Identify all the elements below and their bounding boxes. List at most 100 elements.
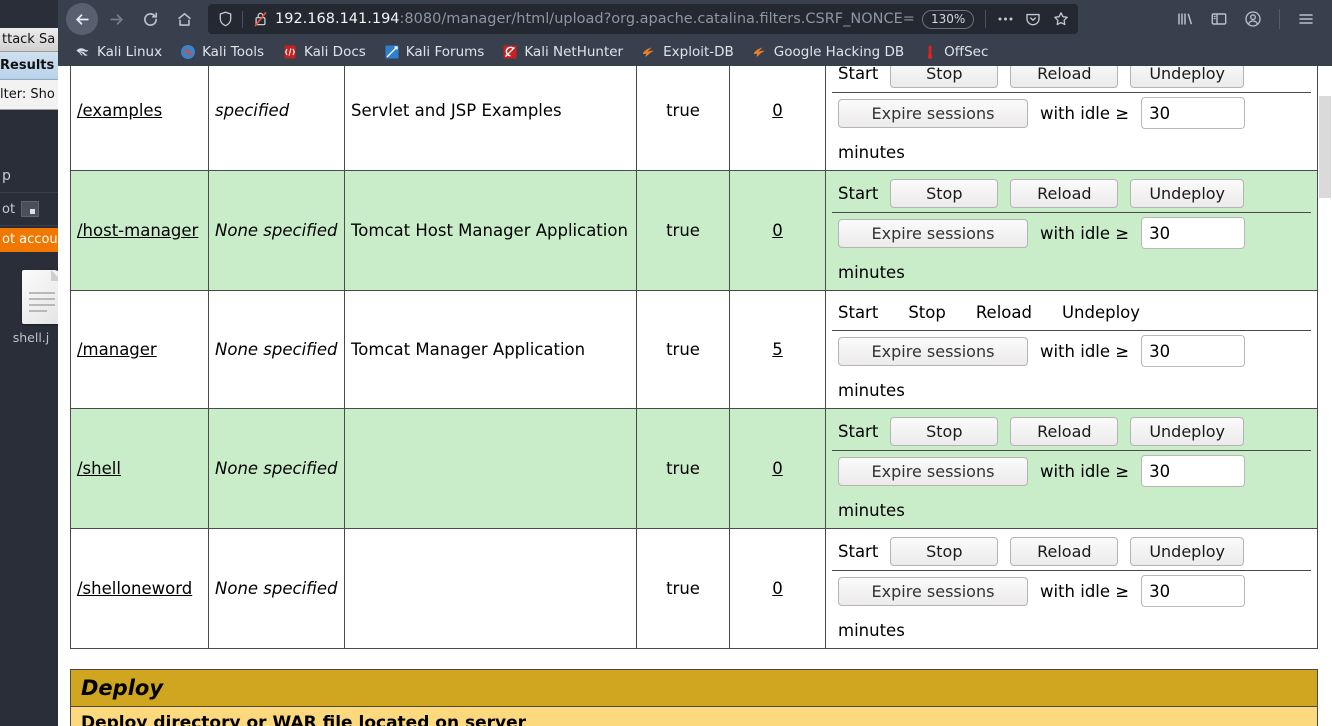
expire-sessions-button[interactable]: Expire sessions	[838, 98, 1028, 128]
reload-button[interactable]: Reload	[1010, 179, 1119, 208]
burp-row-label: ot	[2, 201, 16, 217]
undeploy-button[interactable]: Undeploy	[1130, 66, 1245, 88]
stop-button[interactable]: Stop	[890, 179, 999, 208]
deploy-section-title: Deploy	[71, 670, 1317, 707]
expire-sessions-row: Expire sessions with idle ≥ minutes	[832, 570, 1311, 644]
page-scrollbar-thumb[interactable]	[1319, 96, 1331, 198]
table-row: /host-manager None specified Tomcat Host M…	[70, 170, 1318, 291]
forward-button[interactable]	[100, 3, 132, 35]
app-path-link[interactable]: /examples	[77, 101, 162, 120]
app-path-link[interactable]: /shelloneword	[77, 579, 192, 598]
undeploy-button[interactable]: Undeploy	[1130, 537, 1245, 566]
bookmark-label: Kali NetHunter	[524, 44, 624, 60]
idle-minutes-input[interactable]	[1141, 217, 1246, 249]
idle-minutes-input[interactable]	[1141, 455, 1246, 487]
commands-table: Start Stop Reload Undeploy Expire sessions wi…	[832, 66, 1311, 166]
app-path-cell: /manager	[70, 290, 209, 409]
expire-sessions-button[interactable]: Expire sessions	[838, 218, 1028, 248]
lock-broken-icon[interactable]	[247, 6, 273, 32]
library-icon[interactable]	[1169, 3, 1201, 35]
app-sessions-link[interactable]: 5	[772, 340, 783, 359]
idle-threshold-label: with idle ≥	[1040, 581, 1130, 601]
expire-sessions-row: Expire sessions with idle ≥ minutes	[832, 450, 1311, 524]
app-path-link[interactable]: /host-manager	[77, 221, 198, 240]
stop-button[interactable]: Stop	[890, 537, 999, 566]
undeploy-button[interactable]: Undeploy	[1130, 179, 1245, 208]
sidebar-icon[interactable]	[1203, 3, 1235, 35]
hamburger-menu-icon[interactable]	[1290, 3, 1322, 35]
undeploy-button[interactable]: Undeploy	[1130, 417, 1245, 446]
kali-docs-icon	[282, 44, 298, 60]
app-running-cell: true	[636, 66, 730, 171]
app-sessions-link[interactable]: 0	[772, 459, 783, 478]
zoom-level-badge[interactable]: 130%	[921, 9, 975, 29]
burp-tabs-strip[interactable]: ttack Sa	[0, 28, 58, 52]
page-scrollbar[interactable]	[1318, 66, 1332, 726]
app-path-link[interactable]: /shell	[77, 459, 121, 478]
reload-button[interactable]: Reload	[1010, 66, 1119, 88]
url-text[interactable]: 192.168.141.194:8080/manager/html/upload…	[275, 6, 915, 32]
home-button[interactable]	[168, 3, 200, 35]
bookmarks-bar: Kali Linux Kali Tools Kali Docs Kali For…	[58, 38, 1332, 66]
bookmark-label: Kali Tools	[202, 44, 264, 60]
bookmark-kali-linux[interactable]: Kali Linux	[66, 40, 171, 64]
url-bar[interactable]: 192.168.141.194:8080/manager/html/upload…	[208, 4, 1079, 34]
reload-button[interactable]: Reload	[1010, 417, 1119, 446]
idle-threshold-label: with idle ≥	[1040, 103, 1130, 123]
expire-sessions-button[interactable]: Expire sessions	[838, 456, 1028, 486]
app-running-cell: true	[636, 290, 730, 409]
burp-row-fragment[interactable]: ot	[0, 192, 58, 226]
bookmark-kali-forums[interactable]: Kali Forums	[375, 40, 494, 64]
app-sessions-link[interactable]: 0	[772, 101, 783, 120]
app-path-cell: /shell	[70, 408, 209, 529]
tomcat-manager-page: /examples specified Servlet and JSP Exampl…	[58, 66, 1332, 726]
bookmark-exploit-db[interactable]: Exploit-DB	[632, 40, 743, 64]
expire-sessions-button[interactable]: Expire sessions	[838, 576, 1028, 606]
burp-filter-bar[interactable]: lter: Sho	[0, 80, 58, 110]
ellipsis-icon[interactable]	[992, 6, 1018, 32]
reload-button[interactable]: Reload	[1010, 537, 1119, 566]
stop-button[interactable]: Stop	[890, 66, 999, 88]
expire-sessions-row: Expire sessions with idle ≥ minutes	[832, 92, 1311, 166]
star-icon[interactable]	[1048, 6, 1074, 32]
app-path-link[interactable]: /manager	[77, 340, 157, 359]
bookmark-kali-docs[interactable]: Kali Docs	[273, 40, 375, 64]
reload-button[interactable]	[134, 3, 166, 35]
reload-command-label: Reload	[975, 303, 1032, 322]
bookmark-kali-nethunter[interactable]: Kali NetHunter	[493, 40, 632, 64]
idle-minutes-input[interactable]	[1141, 575, 1246, 607]
back-button[interactable]	[66, 3, 98, 35]
burp-results-tab[interactable]: Results	[0, 52, 58, 80]
bookmark-google-hacking-db[interactable]: Google Hacking DB	[743, 40, 913, 64]
app-version-cell: None specified	[208, 408, 345, 529]
toolbar-right-icons	[1169, 3, 1324, 35]
account-icon[interactable]	[1237, 3, 1269, 35]
idle-threshold-label: with idle ≥	[1040, 461, 1130, 481]
idle-minutes-input[interactable]	[1141, 97, 1246, 129]
bookmark-kali-tools[interactable]: Kali Tools	[171, 40, 273, 64]
app-sessions-link[interactable]: 0	[772, 579, 783, 598]
burp-highlight-row[interactable]: ot accoun	[0, 228, 58, 252]
minutes-label: minutes	[838, 621, 905, 640]
app-commands-cell: Start Stop Reload Undeploy Expire sessions wi…	[825, 170, 1318, 291]
start-command-label: Start	[838, 542, 879, 561]
app-commands-cell: Start Stop Reload Undeploy Expire sessions wi…	[825, 408, 1318, 529]
table-row: /shell None specified true 0 Start Stop Reload…	[70, 408, 1318, 529]
google-hacking-db-icon	[752, 44, 768, 60]
app-sessions-link[interactable]: 0	[772, 221, 783, 240]
app-path-cell: /shelloneword	[70, 528, 209, 649]
app-commands-cell: Start Stop Reload Undeploy Expire sessions wi…	[825, 528, 1318, 649]
bookmark-offsec[interactable]: OffSec	[913, 40, 997, 64]
app-sessions-cell: 5	[729, 290, 826, 409]
expire-sessions-button[interactable]: Expire sessions	[838, 336, 1028, 366]
app-running-cell: true	[636, 528, 730, 649]
idle-minutes-input[interactable]	[1141, 335, 1246, 367]
commands-table: Start Stop Reload Undeploy Expire sessions wi…	[832, 533, 1311, 644]
pocket-icon[interactable]	[1020, 6, 1046, 32]
start-command-label: Start	[838, 422, 879, 441]
page-viewport: /examples specified Servlet and JSP Exampl…	[58, 66, 1332, 726]
stop-button[interactable]: Stop	[890, 417, 999, 446]
app-sessions-cell: 0	[729, 170, 826, 291]
shield-icon[interactable]	[212, 6, 238, 32]
kali-tools-icon	[180, 44, 196, 60]
